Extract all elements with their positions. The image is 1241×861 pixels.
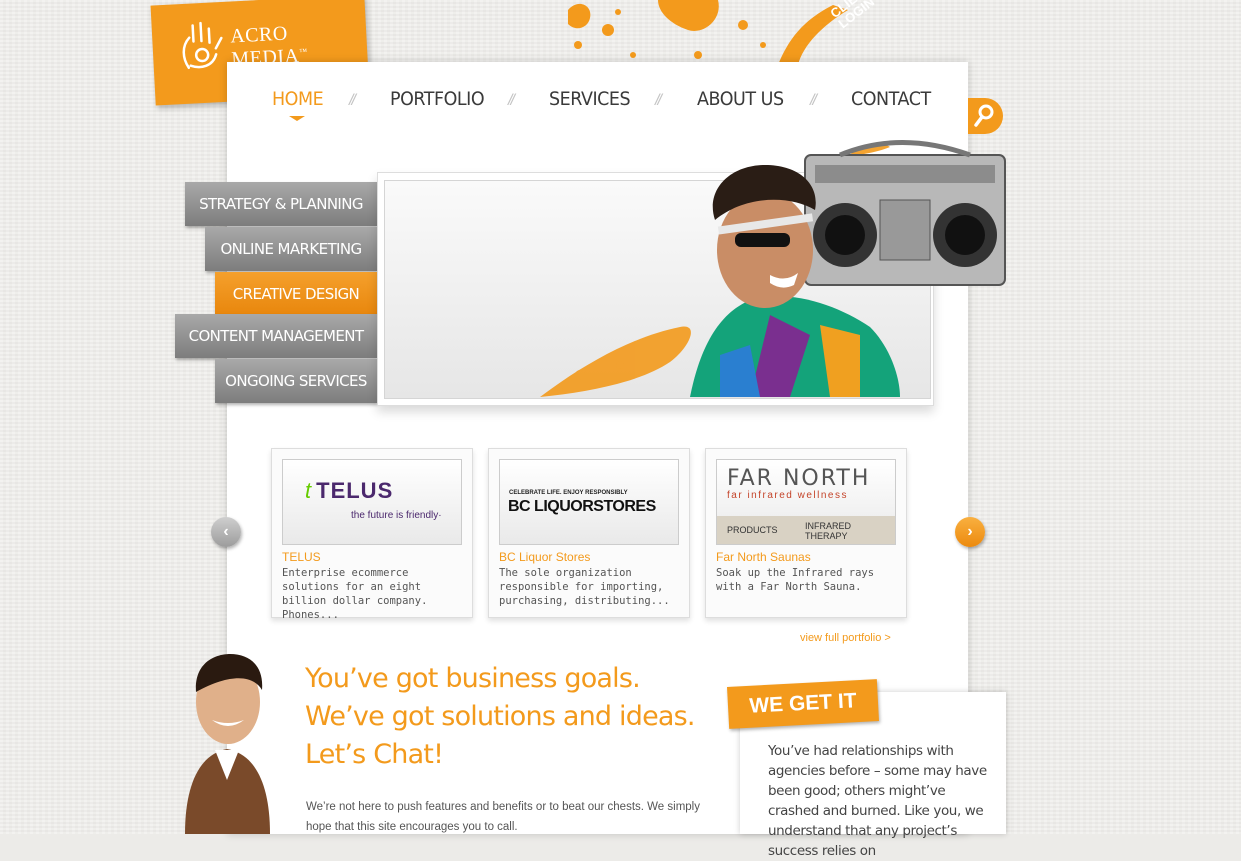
we-get-it-text: You’ve had relationships with agencies b… [768, 743, 987, 859]
chevron-left-icon: ‹ [223, 523, 229, 540]
active-nav-indicator [289, 116, 305, 121]
far-north-thumbnail: FAR NORTH far infrared wellness PRODUCTS… [716, 459, 896, 545]
main-navigation: HOME // PORTFOLIO // SERVICES // ABOUT U… [227, 88, 968, 128]
smiling-man-photo [185, 654, 270, 834]
bc-liquor-logo-text: BC LIQUORSTORES [508, 498, 656, 515]
nav-about-us[interactable]: ABOUT US [697, 88, 784, 110]
portfolio-title[interactable]: BC Liquor Stores [499, 550, 590, 564]
nav-portfolio[interactable]: PORTFOLIO [390, 88, 485, 110]
bc-liquor-slogan: CELEBRATE LIFE. ENJOY RESPONSIBLY [509, 490, 628, 496]
nav-separator: // [810, 92, 817, 109]
view-full-portfolio-link[interactable]: view full portfolio > [800, 632, 891, 644]
nav-separator: // [508, 92, 515, 109]
telus-thumbnail: t TELUS the future is friendly· [282, 459, 462, 545]
magnifier-icon [974, 104, 994, 127]
carousel-prev-button[interactable]: ‹ [211, 517, 241, 547]
telus-t-icon: t [305, 478, 313, 503]
far-north-tab-infrared: INFRARED THERAPY [805, 521, 852, 541]
far-north-tagline: far infrared wellness [727, 490, 848, 501]
nav-contact[interactable]: CONTACT [851, 88, 931, 110]
search-button[interactable] [968, 98, 1003, 134]
service-content-management[interactable]: CONTENT MANAGEMENT [175, 314, 377, 358]
portfolio-title[interactable]: Far North Saunas [716, 550, 811, 564]
headline: You’ve got business goals. We’ve got sol… [305, 663, 696, 770]
nav-separator: // [349, 92, 356, 109]
portfolio-description: Enterprise ecommerce solutions for an ei… [282, 567, 428, 621]
portfolio-card-bc-liquor[interactable]: CELEBRATE LIFE. ENJOY RESPONSIBLY BC LIQ… [488, 448, 690, 618]
intro-paragraph: We’re not here to push features and bene… [306, 801, 700, 833]
nav-services[interactable]: SERVICES [549, 88, 631, 110]
telus-tagline: the future is friendly· [351, 510, 442, 521]
portfolio-card-far-north[interactable]: FAR NORTH far infrared wellness PRODUCTS… [705, 448, 907, 618]
portfolio-description: The sole organization responsible for im… [499, 567, 670, 607]
telus-logo-text: t TELUS [305, 478, 394, 503]
hand-icon [182, 21, 223, 69]
we-get-it-tag: WE GET IT [727, 679, 879, 729]
portfolio-card-telus[interactable]: t TELUS the future is friendly· TELUS Ent… [271, 448, 473, 621]
portfolio-description: Soak up the Infrared rays with a Far Nor… [716, 567, 875, 593]
service-creative-design[interactable]: CREATIVE DESIGN [215, 272, 377, 316]
service-strategy-planning[interactable]: STRATEGY & PLANNING [185, 182, 377, 226]
bc-liquor-thumbnail: CELEBRATE LIFE. ENJOY RESPONSIBLY BC LIQ… [499, 459, 679, 545]
far-north-tabs: PRODUCTS INFRARED THERAPY [717, 516, 895, 544]
portfolio-title[interactable]: TELUS [282, 550, 321, 564]
nav-separator: // [655, 92, 662, 109]
service-online-marketing[interactable]: ONLINE MARKETING [205, 227, 377, 271]
far-north-tab-products: PRODUCTS [727, 525, 778, 535]
nav-home[interactable]: HOME [272, 88, 324, 110]
carousel-next-button[interactable]: › [955, 517, 985, 547]
service-ongoing-services[interactable]: ONGOING SERVICES [215, 359, 377, 403]
chevron-right-icon: › [967, 523, 973, 540]
boombox-man-illustration [540, 140, 1006, 397]
far-north-logo-text: FAR NORTH [727, 466, 871, 491]
